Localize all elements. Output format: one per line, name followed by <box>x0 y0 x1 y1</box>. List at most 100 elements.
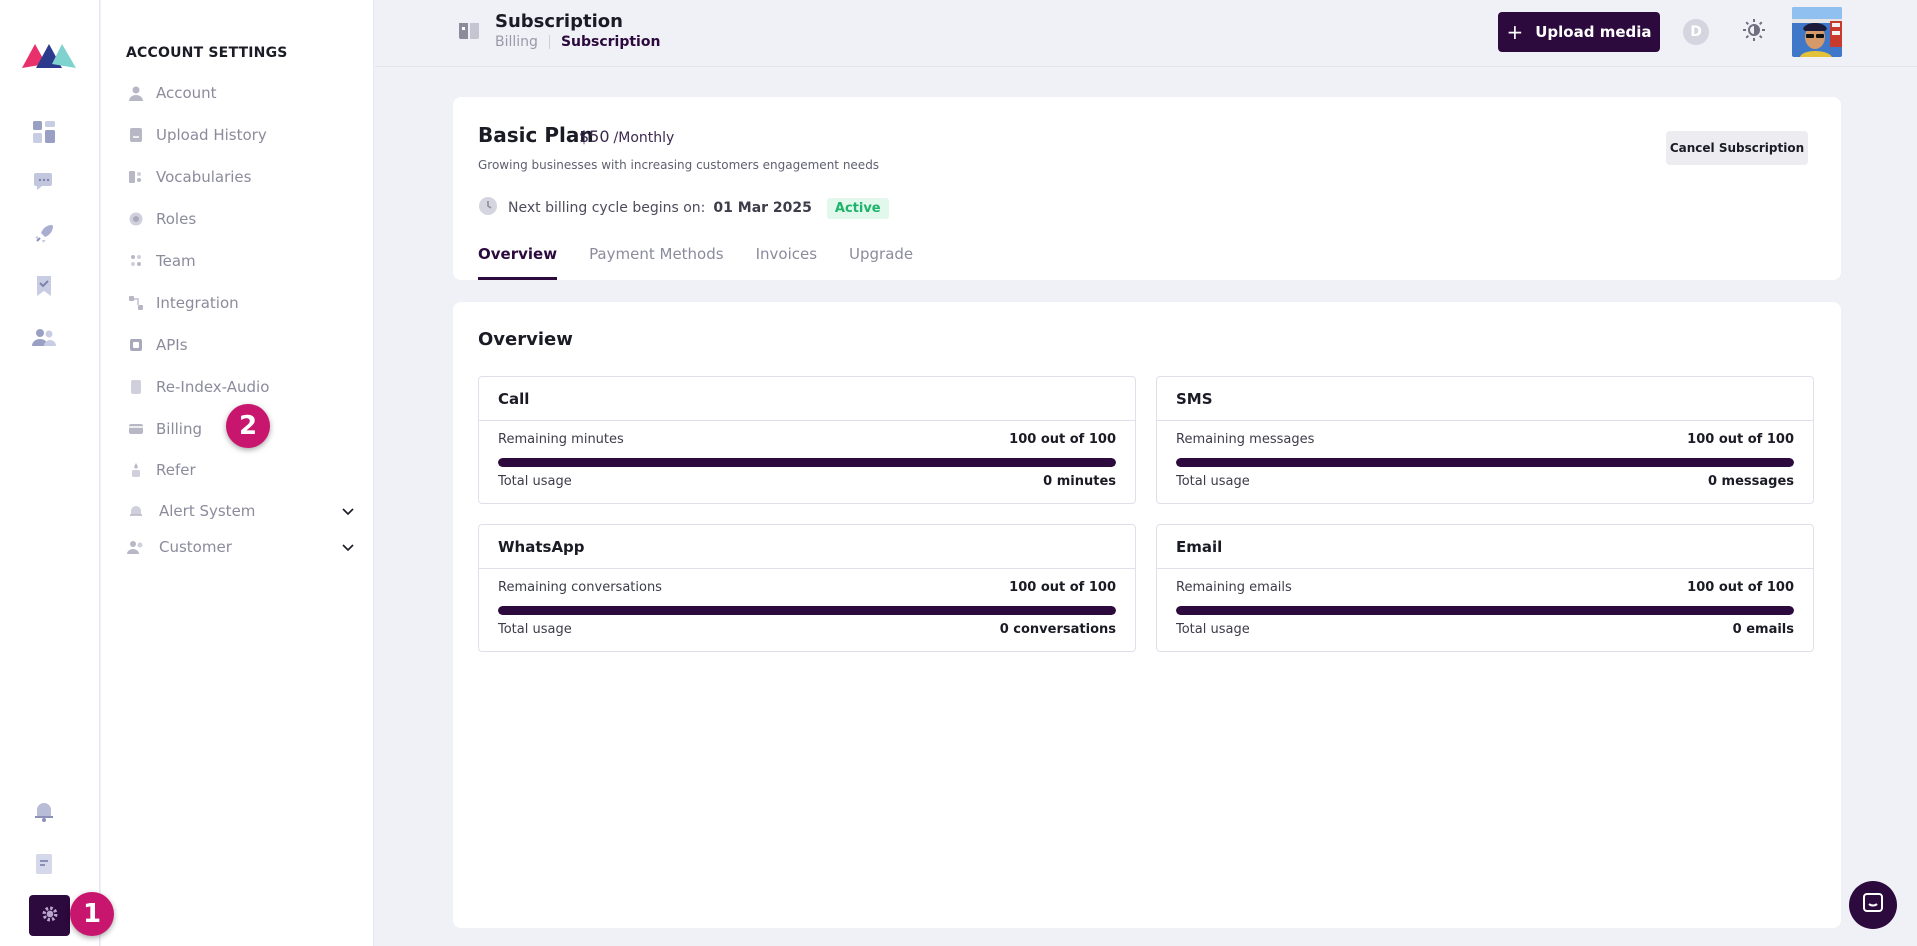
conversations-icon[interactable] <box>30 168 58 196</box>
sidebar-item-label: Roles <box>156 210 197 228</box>
upload-media-label: Upload media <box>1535 23 1652 41</box>
sidebar-item-label: Billing <box>156 420 202 438</box>
sidebar-item-apis[interactable]: APIs <box>126 331 356 359</box>
sidebar-item-upload-history[interactable]: Upload History <box>126 121 356 149</box>
tab-invoices[interactable]: Invoices <box>756 245 817 280</box>
usage-card-title: SMS <box>1157 377 1813 421</box>
sidebar-item-label: Customer <box>159 538 232 556</box>
total-usage-label: Total usage <box>1176 474 1250 489</box>
usage-progress-fill <box>498 458 1116 467</box>
top-bar: Subscription Billing Subscription + Uplo… <box>375 0 1917 67</box>
chevron-down-icon[interactable] <box>340 503 356 523</box>
app-logo[interactable] <box>22 38 76 72</box>
plan-price-amount: $50 <box>579 127 610 146</box>
sidebar-item-team[interactable]: Team <box>126 247 356 275</box>
remaining-label: Remaining conversations <box>498 580 662 595</box>
usage-progress-fill <box>1176 606 1794 615</box>
breadcrumb-subscription: Subscription <box>560 34 661 50</box>
api-icon <box>126 335 146 355</box>
theme-toggle-button[interactable] <box>1740 18 1768 46</box>
usage-progress-bar <box>498 606 1116 615</box>
chevron-down-icon[interactable] <box>340 539 356 559</box>
billing-cycle-label: Next billing cycle begins on: <box>508 200 706 216</box>
user-icon <box>126 83 146 103</box>
chat-launcher-button[interactable] <box>1849 881 1897 929</box>
remaining-label: Remaining minutes <box>498 432 624 447</box>
sidebar-item-label: Re-Index-Audio <box>156 378 270 396</box>
total-usage-label: Total usage <box>498 474 572 489</box>
usage-progress-fill <box>1176 458 1794 467</box>
usage-card-call: Call Remaining minutes 100 out of 100 To… <box>478 376 1136 504</box>
audio-file-icon <box>126 377 146 397</box>
breadcrumb-separator <box>548 35 550 49</box>
team-icon <box>126 251 146 271</box>
plan-description: Growing businesses with increasing custo… <box>478 158 880 172</box>
plan-price: $50 /Monthly <box>579 127 674 146</box>
usage-card-email: Email Remaining emails 100 out of 100 To… <box>1156 524 1814 652</box>
overview-panel: Overview Call Remaining minutes 100 out … <box>453 302 1841 928</box>
total-usage-row: Total usage 0 messages <box>1176 474 1794 489</box>
sidebar-item-re-index-audio[interactable]: Re-Index-Audio <box>126 373 356 401</box>
plus-icon: + <box>1506 20 1524 44</box>
billing-card-icon <box>126 419 146 439</box>
integration-icon <box>126 293 146 313</box>
document-icon[interactable] <box>30 850 58 878</box>
dashboard-icon[interactable] <box>30 118 58 146</box>
usage-card-title: WhatsApp <box>479 525 1135 569</box>
breadcrumb-billing[interactable]: Billing <box>495 34 538 50</box>
remaining-row: Remaining emails 100 out of 100 <box>1176 580 1794 595</box>
plan-price-period: /Monthly <box>613 130 675 146</box>
sidebar-item-integration[interactable]: Integration <box>126 289 356 317</box>
rocket-icon[interactable] <box>30 220 58 248</box>
sidebar-item-label: Integration <box>156 294 239 312</box>
usage-progress-bar <box>498 458 1116 467</box>
profile-photo[interactable] <box>1792 7 1842 57</box>
sidebar-item-label: Alert System <box>159 502 256 520</box>
tab-overview[interactable]: Overview <box>478 245 558 280</box>
sidebar-item-alert-system[interactable]: Alert System <box>126 497 356 525</box>
tab-payment-methods[interactable]: Payment Methods <box>589 245 724 280</box>
history-icon <box>126 125 146 145</box>
upload-media-button[interactable]: + Upload media <box>1498 12 1660 52</box>
usage-card-whatsapp: WhatsApp Remaining conversations 100 out… <box>478 524 1136 652</box>
settings-button[interactable] <box>29 895 70 936</box>
sidebar-item-roles[interactable]: Roles <box>126 205 356 233</box>
usage-card-sms: SMS Remaining messages 100 out of 100 To… <box>1156 376 1814 504</box>
roles-icon <box>126 209 146 229</box>
settings-gear-icon <box>40 904 60 928</box>
sidebar-item-customer[interactable]: Customer <box>126 533 356 561</box>
sidebar-item-label: APIs <box>156 336 188 354</box>
total-usage-value: 0 conversations <box>999 622 1116 637</box>
sidebar-item-refer[interactable]: Refer <box>126 456 356 484</box>
remaining-value: 100 out of 100 <box>1009 580 1116 595</box>
sidebar-item-vocabularies[interactable]: Vocabularies <box>126 163 356 191</box>
billing-cycle-info: Next billing cycle begins on: 01 Mar 202… <box>478 196 889 220</box>
remaining-value: 100 out of 100 <box>1687 580 1794 595</box>
alert-bell-icon[interactable] <box>30 797 58 825</box>
clock-icon <box>478 196 498 220</box>
sidebar-item-account[interactable]: Account <box>126 79 356 107</box>
usage-progress-bar <box>1176 606 1794 615</box>
refer-icon <box>126 460 146 480</box>
alert-icon <box>126 501 146 521</box>
step-marker-2: 2 <box>226 404 270 448</box>
cancel-subscription-button[interactable]: Cancel Subscription <box>1666 131 1808 165</box>
remaining-value: 100 out of 100 <box>1687 432 1794 447</box>
usage-progress-bar <box>1176 458 1794 467</box>
settings-sidebar: ACCOUNT SETTINGS Account Upload History … <box>101 0 374 946</box>
usage-card-title: Email <box>1157 525 1813 569</box>
step-marker-1: 1 <box>70 892 114 936</box>
bookmark-check-icon[interactable] <box>30 272 58 300</box>
chat-icon <box>1861 891 1885 919</box>
usage-card-title: Call <box>479 377 1135 421</box>
remaining-row: Remaining minutes 100 out of 100 <box>498 432 1116 447</box>
icon-rail <box>0 0 100 946</box>
plan-card: Basic Plan $50 /Monthly Growing business… <box>453 97 1841 280</box>
users-icon[interactable] <box>30 324 58 352</box>
total-usage-label: Total usage <box>498 622 572 637</box>
user-initial-avatar[interactable]: D <box>1683 19 1709 45</box>
tab-upgrade[interactable]: Upgrade <box>849 245 913 280</box>
usage-progress-fill <box>498 606 1116 615</box>
remaining-label: Remaining emails <box>1176 580 1292 595</box>
total-usage-value: 0 emails <box>1732 622 1794 637</box>
